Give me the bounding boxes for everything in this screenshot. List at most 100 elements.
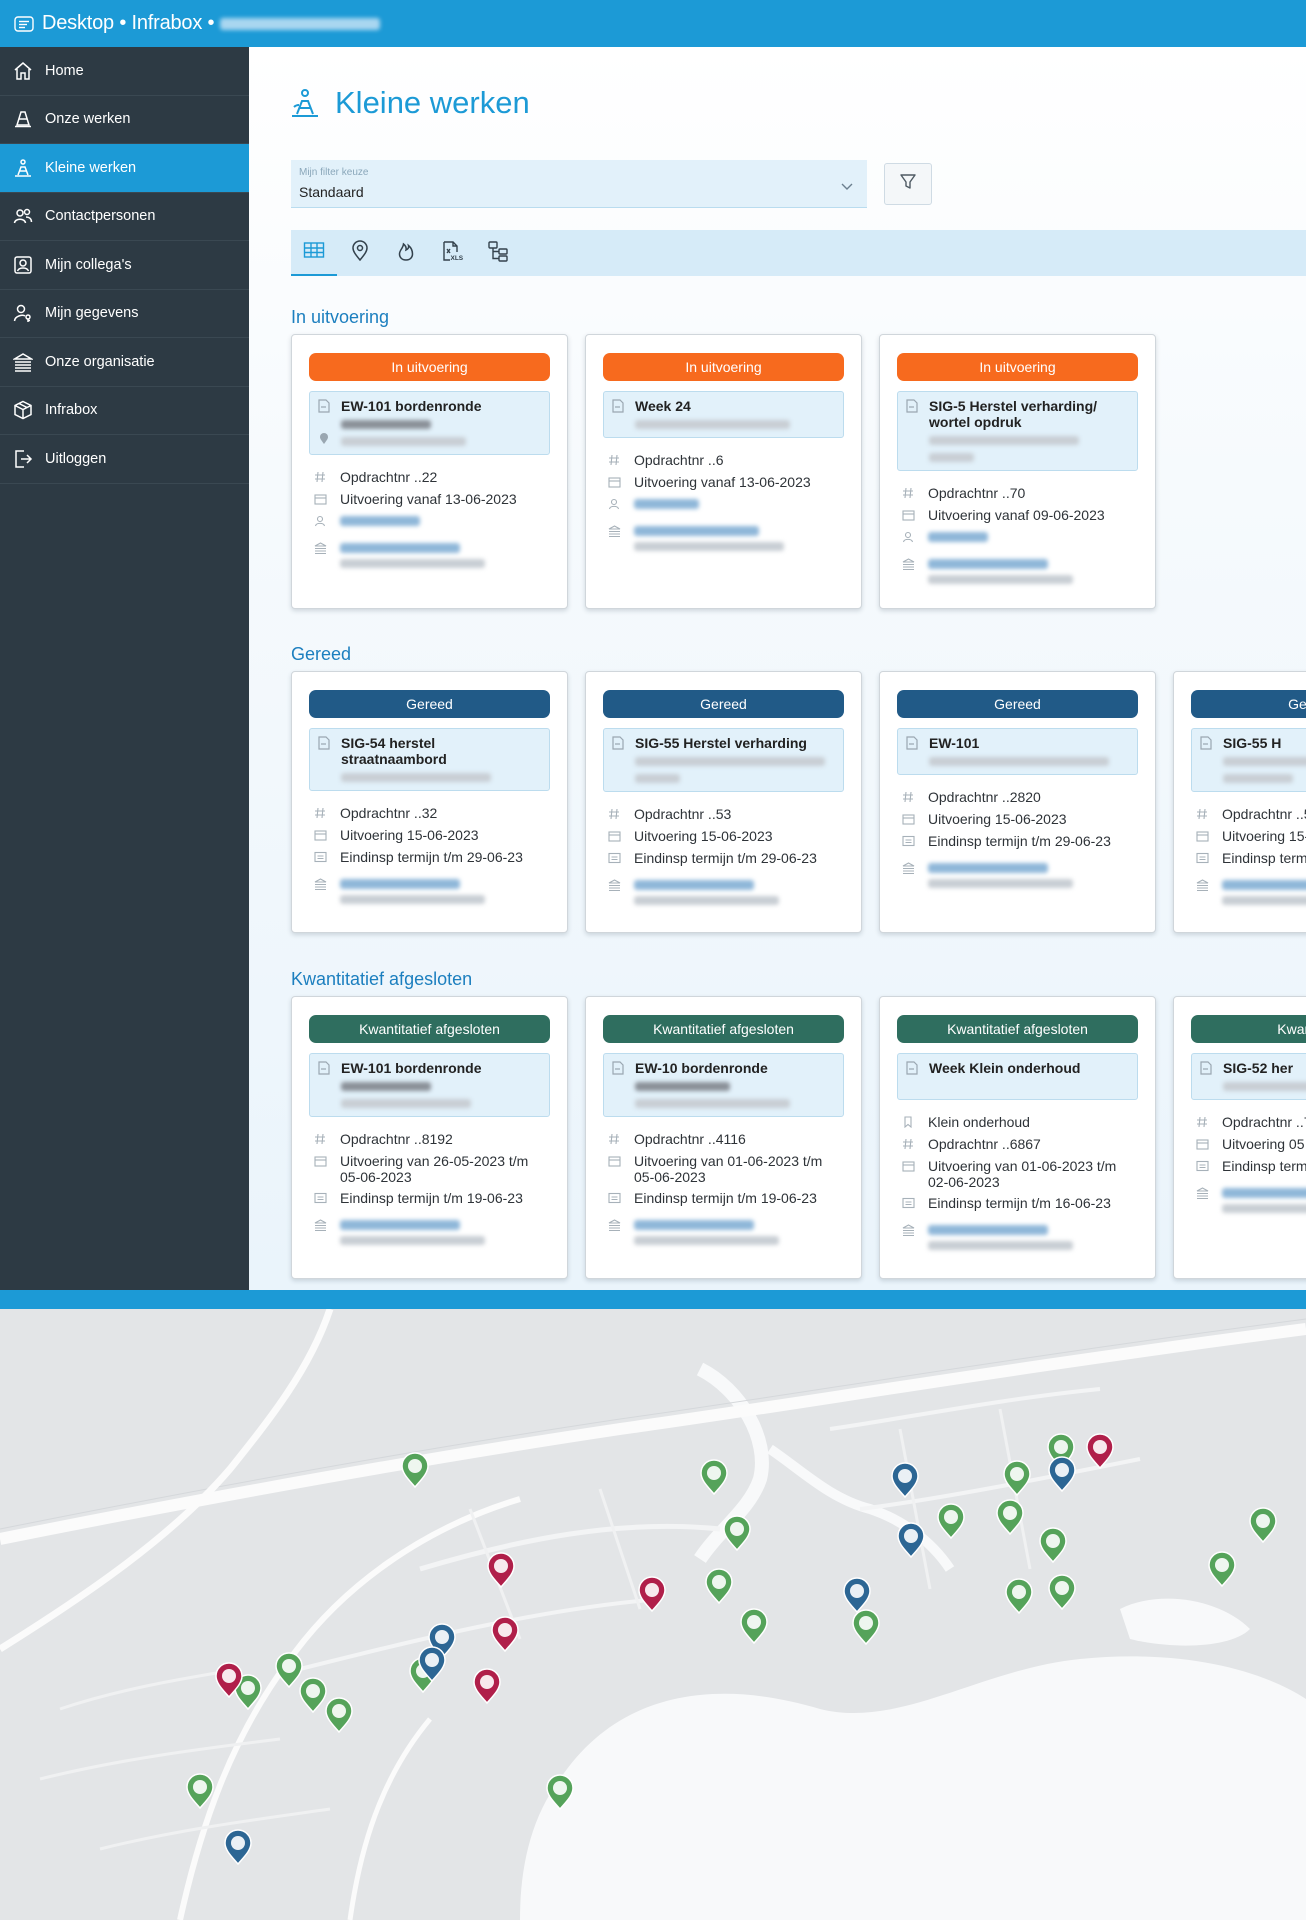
redacted-text: [340, 1236, 485, 1245]
execution-date: Uitvoering 15-06-2023: [634, 828, 773, 844]
inspection-term: Eindinsp term: [1222, 850, 1306, 866]
card-header: Week Klein onderhoud: [897, 1053, 1138, 1100]
card-title: EW-101 bordenronde: [341, 398, 482, 414]
order-number: Opdrachtnr ..7: [1222, 1114, 1306, 1130]
calendar-icon: [603, 474, 634, 491]
redacted-text: [634, 880, 754, 890]
work-card[interactable]: Kwantitatief afgesloten EW-10 bordenrond…: [585, 996, 862, 1279]
tab-map-view[interactable]: [337, 230, 383, 276]
box-icon: [12, 399, 34, 421]
redacted-text: [341, 1098, 471, 1108]
funnel-icon: [899, 173, 917, 196]
execution-date: Uitvoering 15-06-2023: [928, 811, 1067, 827]
status-badge: Kwantitatief afgesloten: [309, 1015, 550, 1043]
work-card[interactable]: Gereed EW-101 Opdrachtnr ..2820 Uitvoeri…: [879, 671, 1156, 933]
sign-icon: [905, 736, 919, 755]
work-card[interactable]: Kwantitatief afgesloten EW-101 bordenron…: [291, 996, 568, 1279]
person-icon: [603, 496, 634, 513]
redacted-text: [635, 1081, 730, 1091]
sidebar-item-label: Onze werken: [45, 111, 131, 128]
sidebar-item-kleine-werken[interactable]: Kleine werken: [0, 144, 249, 193]
order-number: Opdrachtnr ..6867: [928, 1136, 1041, 1152]
inspection-term: Eindinsp termijn t/m 29-06-23: [340, 849, 523, 865]
inspection-term: Eindinsp term: [1222, 1158, 1306, 1174]
filter-button[interactable]: [884, 163, 932, 205]
order-number: Opdrachtnr ..4116: [634, 1131, 746, 1147]
sidebar-item-mijn-gegevens[interactable]: Mijn gegevens: [0, 290, 249, 338]
sidebar-item-mijn-collegas[interactable]: Mijn collega's: [0, 241, 249, 290]
redacted-text: [340, 895, 485, 904]
status-badge: Gereed: [897, 690, 1138, 718]
calendar-icon: [1191, 1136, 1222, 1153]
redacted-text: [634, 896, 779, 905]
work-card[interactable]: In uitvoering SIG-5 Herstel verharding/ …: [879, 334, 1156, 609]
sidebar-item-onze-werken[interactable]: Onze werken: [0, 96, 249, 144]
work-card[interactable]: Gereed SIG-55 Herstel verharding Opdrach…: [585, 671, 862, 933]
work-card[interactable]: Gereed SIG-54 herstel straatnaambord Opd…: [291, 671, 568, 933]
execution-date: Uitvoering vanaf 09-06-2023: [928, 507, 1105, 523]
work-card[interactable]: Kwantitatie SIG-52 her Opdrachtnr ..7 Ui…: [1173, 996, 1306, 1279]
redacted-text: [340, 1220, 460, 1230]
tab-priority[interactable]: [383, 230, 429, 276]
inspection-icon: [897, 1195, 928, 1212]
organization-icon: [603, 877, 634, 894]
filter-label: Mijn filter keuze: [299, 167, 369, 178]
map-view[interactable]: [0, 1290, 1306, 1920]
redacted-text: [635, 419, 790, 429]
order-number: Opdrachtnr ..32: [340, 805, 438, 821]
redacted-text: [340, 516, 420, 526]
tab-grid-view[interactable]: [291, 230, 337, 276]
hash-icon: [1191, 1114, 1222, 1131]
sidebar-item-onze-organisatie[interactable]: Onze organisatie: [0, 338, 249, 387]
hamburger-menu-icon[interactable]: [6, 0, 42, 47]
sidebar-item-uitloggen[interactable]: Uitloggen: [0, 435, 249, 484]
view-toolbar: XLS: [291, 230, 1306, 276]
work-card[interactable]: Kwantitatief afgesloten Week Klein onder…: [879, 996, 1156, 1279]
sidebar-item-infrabox[interactable]: Infrabox: [0, 387, 249, 435]
redacted-text: [928, 1225, 1048, 1235]
execution-date: Uitvoering 15-: [1222, 828, 1306, 844]
work-card[interactable]: In uitvoering EW-101 bordenronde Opdrach…: [291, 334, 568, 609]
redacted-text: [340, 543, 460, 553]
execution-date: Uitvoering vanaf 13-06-2023: [634, 474, 811, 490]
filter-select[interactable]: Mijn filter keuze Standaard: [291, 160, 867, 208]
svg-text:XLS: XLS: [451, 255, 464, 262]
app-window: Desktop • Infrabox • Home Onze werken Kl…: [0, 0, 1306, 1920]
worker-icon: [289, 87, 321, 119]
section-title-gereed: Gereed: [291, 644, 352, 664]
worker-icon: [12, 157, 34, 179]
map-canvas[interactable]: [0, 1309, 1306, 1920]
app-title: Desktop • Infrabox •: [42, 12, 215, 34]
sidebar-item-label: Infrabox: [45, 402, 98, 419]
sign-icon: [317, 736, 331, 755]
organization-icon: [897, 860, 928, 877]
work-card[interactable]: In uitvoering Week 24 Opdrachtnr ..6 Uit…: [585, 334, 862, 609]
calendar-icon: [309, 827, 340, 844]
work-card[interactable]: Gereed SIG-55 H Opdrachtnr ..5 Uitvoerin…: [1173, 671, 1306, 933]
tab-hierarchy[interactable]: [475, 230, 521, 276]
redacted-text: [635, 756, 825, 766]
calendar-icon: [897, 507, 928, 524]
inspection-term: Eindinsp termijn t/m 19-06-23: [340, 1190, 523, 1206]
excel-export-icon: XLS: [441, 240, 464, 267]
sidebar-item-home[interactable]: Home: [0, 47, 249, 96]
card-title: SIG-55 Herstel verharding: [635, 735, 807, 751]
card-title: SIG-5 Herstel verharding/ wortel opdruk: [929, 398, 1098, 430]
hash-icon: [897, 789, 928, 806]
order-number: Opdrachtnr ..53: [634, 806, 732, 822]
person-icon: [897, 529, 928, 546]
tab-excel-export[interactable]: XLS: [429, 230, 475, 276]
execution-date: Uitvoering van 01-06-2023 t/m 02-06-2023: [928, 1158, 1117, 1190]
sidebar-item-contactpersonen[interactable]: Contactpersonen: [0, 193, 249, 241]
user-key-icon: [12, 302, 34, 324]
page-title: Kleine werken: [289, 85, 530, 121]
colleague-icon: [12, 254, 34, 276]
status-badge: Gereed: [603, 690, 844, 718]
execution-date: Uitvoering van 01-06-2023 t/m 05-06-2023: [634, 1153, 823, 1185]
calendar-icon: [603, 828, 634, 845]
inspection-icon: [603, 850, 634, 867]
organization-icon: [897, 1222, 928, 1239]
inspection-icon: [897, 833, 928, 850]
calendar-icon: [897, 1158, 928, 1175]
sign-icon: [611, 1061, 625, 1080]
